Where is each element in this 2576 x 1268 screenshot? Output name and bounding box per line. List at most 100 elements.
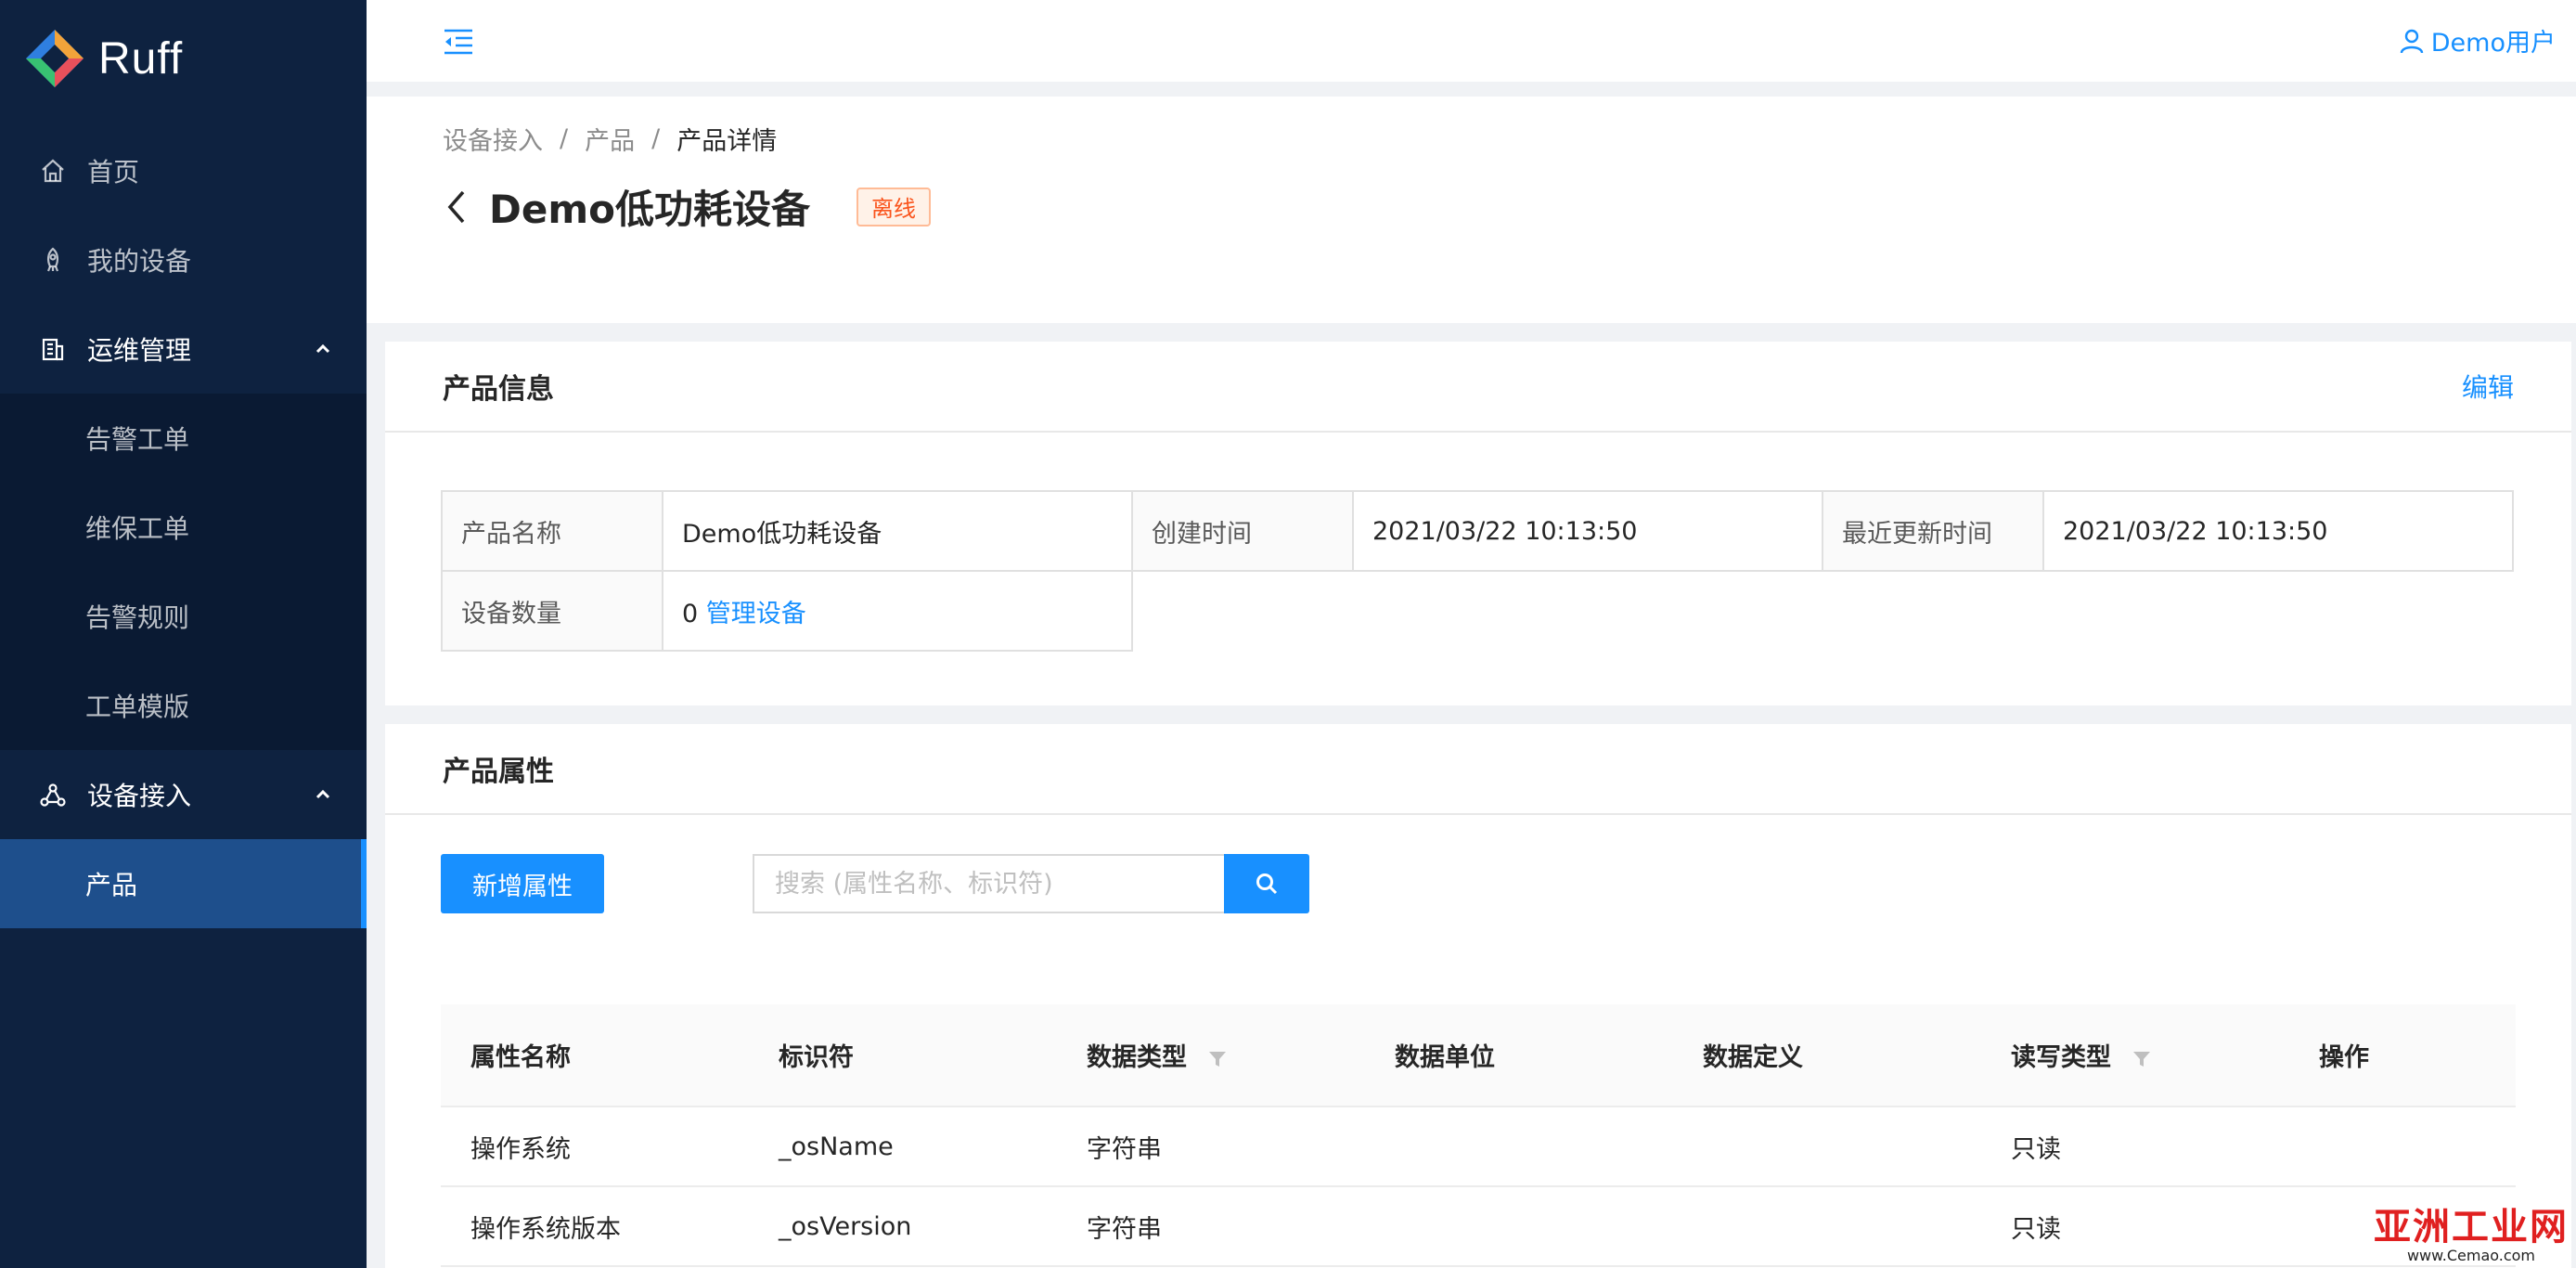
breadcrumb-separator: / (651, 124, 661, 153)
table-row: 设备数量 0 管理设备 (441, 570, 2513, 652)
sidebar-item-alarm-orders[interactable]: 告警工单 (0, 394, 367, 483)
value-cell: Demo低功耗设备 (662, 490, 1133, 572)
building-icon (39, 335, 67, 363)
breadcrumb-item[interactable]: 设备接入 (443, 121, 543, 157)
search-input[interactable] (753, 854, 1224, 913)
column-header-label: 读写类型 (2011, 1043, 2111, 1072)
sidebar-item-device-access[interactable]: 设备接入 (0, 750, 367, 839)
attributes-table: 属性名称 标识符 数据类型 数据单位 数据定义 读写类型 操作 操作系统 _os… (441, 1004, 2516, 1267)
add-attribute-button[interactable]: 新增属性 (441, 854, 604, 913)
table-row: 产品名称 Demo低功耗设备 创建时间 2021/03/22 10:13:50 … (441, 490, 2514, 572)
value-cell: 0 管理设备 (662, 570, 1133, 652)
table-cell (1673, 1186, 1981, 1267)
network-icon (39, 781, 67, 809)
sidebar-item-operations[interactable]: 运维管理 (0, 304, 367, 394)
product-attributes-card: 产品属性 新增属性 属性名称 标识符 数据类型 数据单位 (385, 724, 2571, 1268)
table-row: 操作系统 _osName 字符串 只读 (441, 1106, 2516, 1187)
manage-devices-link[interactable]: 管理设备 (706, 600, 806, 628)
menu-fold-icon[interactable] (443, 28, 474, 56)
watermark-text: 亚洲工业网 (2374, 1206, 2569, 1249)
sidebar-item-label: 告警规则 (85, 602, 190, 633)
column-header: 数据定义 (1673, 1004, 1981, 1107)
column-header: 读写类型 (1981, 1004, 2289, 1107)
column-header: 数据类型 (1057, 1004, 1365, 1107)
sidebar-item-alarm-rules[interactable]: 告警规则 (0, 572, 367, 661)
label-cell: 产品名称 (441, 490, 663, 572)
product-info-table: 产品名称 Demo低功耗设备 创建时间 2021/03/22 10:13:50 … (441, 490, 2514, 652)
table-cell (2289, 1106, 2516, 1187)
table-cell: 字符串 (1057, 1186, 1365, 1267)
user-icon (2400, 29, 2423, 53)
top-header: Demo用户 (367, 0, 2576, 82)
attributes-toolbar: 新增属性 (441, 854, 1309, 913)
table-cell: _osName (749, 1106, 1057, 1187)
card-title: 产品属性 (443, 756, 554, 788)
filter-icon[interactable] (1208, 1050, 1227, 1068)
sidebar-item-label: 工单模版 (85, 692, 190, 722)
search-button[interactable] (1224, 854, 1309, 913)
column-header: 操作 (2289, 1004, 2516, 1107)
sidebar-item-home[interactable]: 首页 (0, 126, 367, 215)
user-name: Demo用户 (2430, 29, 2556, 58)
sidebar-item-label: 设备接入 (87, 781, 192, 811)
column-header-label: 数据类型 (1087, 1043, 1187, 1072)
value-cell: 2021/03/22 10:13:50 (2042, 490, 2514, 572)
page-header: 设备接入 / 产品 / 产品详情 Demo低功耗设备 离线 (367, 97, 2576, 323)
table-cell: _osVersion (749, 1186, 1057, 1267)
sidebar-item-label: 产品 (85, 870, 138, 900)
column-header: 数据单位 (1365, 1004, 1673, 1107)
column-header: 属性名称 (441, 1004, 749, 1107)
sidebar-item-products[interactable]: 产品 (0, 839, 367, 928)
page-title: Demo低功耗设备 (489, 187, 810, 232)
sidebar-item-maintenance-orders[interactable]: 维保工单 (0, 483, 367, 572)
submenu-device-access: 产品 (0, 839, 367, 928)
chevron-up-icon (316, 789, 330, 799)
logo-text: Ruff (98, 33, 184, 84)
label-cell: 设备数量 (441, 570, 663, 652)
table-cell: 只读 (1981, 1106, 2289, 1187)
breadcrumb-item[interactable]: 产品 (585, 121, 635, 157)
sidebar: Ruff 首页 我的设备 运维管理 告警工单 维保工单 告警规则 工单模版 设备… (0, 0, 367, 1268)
watermark: 亚洲工业网 www.Cemao.com (2374, 1197, 2569, 1264)
card-header: 产品信息 编辑 (385, 342, 2571, 433)
table-cell: 操作系统 (441, 1106, 749, 1187)
filter-icon[interactable] (2132, 1050, 2151, 1068)
device-count: 0 (682, 599, 699, 628)
table-cell: 字符串 (1057, 1106, 1365, 1187)
sidebar-item-label: 运维管理 (87, 335, 192, 366)
sidebar-menu: 首页 我的设备 运维管理 告警工单 维保工单 告警规则 工单模版 设备接入 产品 (0, 126, 367, 928)
sidebar-item-label: 告警工单 (85, 424, 190, 455)
table-cell (1673, 1106, 1981, 1187)
table-cell (1365, 1106, 1673, 1187)
app: Ruff 首页 我的设备 运维管理 告警工单 维保工单 告警规则 工单模版 设备… (0, 0, 2576, 1268)
table-row: 操作系统版本 _osVersion 字符串 只读 (441, 1186, 2516, 1267)
search-icon (1256, 873, 1278, 895)
card-header: 产品属性 (385, 724, 2571, 815)
home-icon (39, 157, 67, 185)
back-arrow-icon[interactable] (443, 187, 470, 227)
breadcrumb: 设备接入 / 产品 / 产品详情 (443, 121, 777, 157)
search-group (753, 854, 1309, 913)
card-title: 产品信息 (443, 373, 554, 406)
user-menu[interactable]: Demo用户 (2400, 22, 2556, 58)
rocket-icon (39, 246, 67, 274)
sidebar-item-order-templates[interactable]: 工单模版 (0, 661, 367, 750)
product-info-card: 产品信息 编辑 产品名称 Demo低功耗设备 创建时间 2021/03/22 1… (385, 342, 2571, 705)
edit-link[interactable]: 编辑 (2462, 368, 2514, 405)
logo[interactable]: Ruff (24, 28, 183, 89)
sidebar-item-label: 首页 (87, 157, 140, 188)
ruff-logo-icon (24, 28, 85, 89)
value-cell: 2021/03/22 10:13:50 (1352, 490, 1823, 572)
breadcrumb-separator: / (560, 124, 569, 153)
table-cell: 操作系统版本 (441, 1186, 749, 1267)
chevron-up-icon (316, 343, 330, 354)
status-badge: 离线 (856, 187, 931, 226)
label-cell: 创建时间 (1131, 490, 1354, 572)
sidebar-item-my-devices[interactable]: 我的设备 (0, 215, 367, 304)
column-header: 标识符 (749, 1004, 1057, 1107)
submenu-operations: 告警工单 维保工单 告警规则 工单模版 (0, 394, 367, 750)
sidebar-item-label: 我的设备 (87, 246, 192, 277)
label-cell: 最近更新时间 (1822, 490, 2044, 572)
table-cell (1365, 1186, 1673, 1267)
empty-cell (1132, 571, 2513, 651)
